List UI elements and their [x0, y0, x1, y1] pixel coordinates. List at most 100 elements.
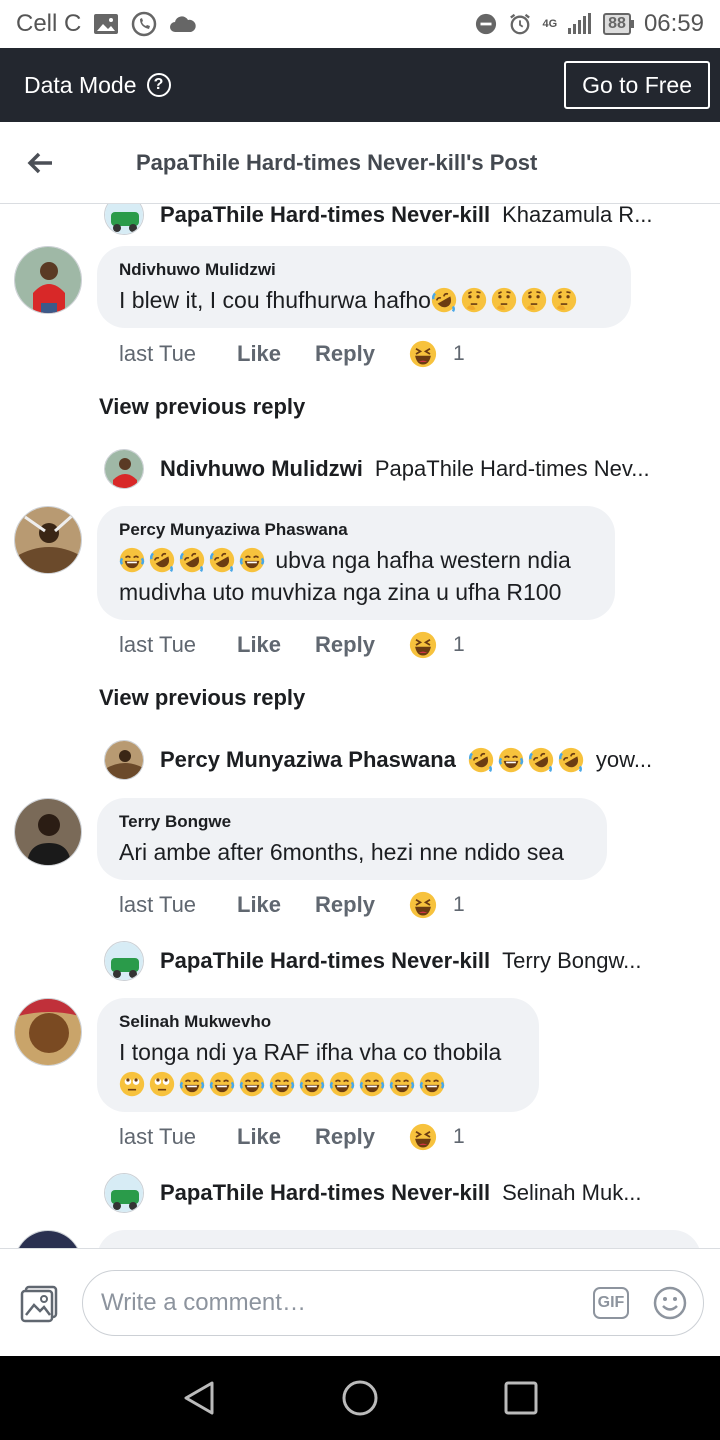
avatar[interactable] [104, 740, 144, 780]
post-header: PapaThile Hard-times Never-kill's Post [0, 122, 720, 204]
comment-text-line: mudivha uto muvhiza nga zina u ufha R100 [119, 579, 562, 605]
view-previous-reply-link[interactable]: View previous reply [99, 394, 305, 420]
rofl-emoji-icon [209, 547, 235, 573]
comment-text: ubva nga hafha western ndia mudivha uto m… [119, 544, 593, 608]
comment-bubble[interactable]: Selinah Mukwevho I tonga ndi ya RAF ifha… [97, 998, 539, 1112]
view-previous-reply-link[interactable]: View previous reply [99, 685, 305, 711]
comment-bubble[interactable]: Percy Munyaziwa Phaswana ubva nga hafha … [97, 506, 615, 620]
like-button[interactable]: Like [237, 892, 281, 918]
thinking-emoji-icon [551, 287, 577, 313]
avatar[interactable] [14, 798, 82, 866]
help-icon[interactable]: ? [146, 73, 171, 97]
comment-time: last Tue [119, 632, 197, 657]
emoji-picker-icon[interactable] [653, 1286, 687, 1320]
joy-emoji-icon [498, 747, 524, 773]
avatar[interactable] [14, 246, 82, 314]
reply-author[interactable]: PapaThile Hard-times Never-kill [160, 948, 490, 974]
nav-recents-icon[interactable] [504, 1381, 538, 1415]
comment-time: last Tue [119, 892, 197, 917]
reaction-count: 1 [452, 342, 465, 365]
reply-button[interactable]: Reply [315, 892, 375, 918]
rofl-emoji-icon [149, 547, 175, 573]
comment-input-container[interactable]: GIF [82, 1269, 704, 1336]
reply-button[interactable]: Reply [315, 341, 375, 367]
avatar[interactable] [104, 449, 144, 489]
avatar[interactable] [14, 998, 82, 1066]
comment-bubble[interactable]: Terry Bongwe Ari ambe after 6months, hez… [97, 798, 607, 880]
whatsapp-icon [132, 11, 157, 37]
nav-back-icon[interactable] [182, 1380, 216, 1416]
comment-author[interactable]: Terry Bongwe [119, 812, 585, 832]
battery-level: 88 [603, 13, 631, 35]
alarm-icon [510, 13, 531, 35]
reaction-count: 1 [452, 633, 465, 656]
system-nav-bar [0, 1356, 720, 1440]
comment-input[interactable] [101, 1288, 593, 1317]
gallery-icon [94, 14, 119, 34]
like-button[interactable]: Like [237, 1124, 281, 1150]
back-button[interactable] [0, 122, 80, 204]
joy-emoji-icon [239, 1071, 265, 1097]
back-arrow-icon [27, 152, 52, 173]
avatar[interactable] [104, 1173, 144, 1213]
comment-text-body: I blew it, I cou fhufhurwa hafho [119, 287, 431, 313]
reply-author[interactable]: Percy Munyaziwa Phaswana [160, 747, 456, 773]
comment-text-body: I tonga ndi ya RAF ifha vha co thobila [119, 1039, 502, 1065]
comment-time: last Tue [119, 1124, 197, 1149]
network-type-label: 4G [542, 17, 558, 30]
joy-emoji-icon [389, 1071, 415, 1097]
reaction-summary[interactable]: 1 [409, 340, 465, 368]
joy-emoji-icon [329, 1071, 355, 1097]
reply-text: yow... [595, 747, 653, 772]
joy-emoji-icon [239, 547, 265, 573]
cloud-icon [170, 16, 197, 32]
reply-button[interactable]: Reply [315, 1124, 375, 1150]
like-button[interactable]: Like [237, 341, 281, 367]
data-mode-bar: Data Mode ? Go to Free [0, 48, 720, 122]
reply-preview[interactable]: PapaThile Hard-times Never-kill Khazamul… [104, 204, 680, 236]
rofl-emoji-icon [468, 747, 494, 773]
go-to-free-button[interactable]: Go to Free [564, 61, 710, 109]
signal-icon [568, 13, 592, 34]
photo-icon[interactable] [20, 1283, 60, 1323]
reply-preview[interactable]: PapaThile Hard-times Never-kill Terry Bo… [104, 940, 680, 982]
comment-bubble[interactable]: Ndivhuwo Mulidzwi I blew it, I cou fhufh… [97, 246, 631, 328]
like-button[interactable]: Like [237, 632, 281, 658]
reply-author[interactable]: PapaThile Hard-times Never-kill [160, 1180, 490, 1206]
comment-composer: GIF [0, 1248, 720, 1356]
comment-text: I tonga ndi ya RAF ifha vha co thobila [119, 1036, 517, 1100]
avatar[interactable] [104, 204, 144, 235]
comment-actions: last Tue Like Reply 1 [119, 891, 465, 919]
comment-text-line: ubva nga hafha western ndia [275, 547, 571, 573]
reply-author[interactable]: PapaThile Hard-times Never-kill [160, 204, 490, 228]
status-bar: Cell C 4G 88 06:59 [0, 0, 720, 48]
joy-emoji-icon [209, 1071, 235, 1097]
comment-author[interactable]: Percy Munyaziwa Phaswana [119, 520, 593, 540]
comment-text: Ari ambe after 6months, hezi nne ndido s… [119, 839, 564, 865]
comment-bubble[interactable] [97, 1230, 701, 1248]
comment-author[interactable]: Selinah Mukwevho [119, 1012, 517, 1032]
avatar[interactable] [14, 506, 82, 574]
clock: 06:59 [643, 10, 704, 37]
reaction-count: 1 [452, 1125, 465, 1148]
avatar[interactable] [104, 941, 144, 981]
comment-author[interactable]: Ndivhuwo Mulidzwi [119, 260, 609, 280]
avatar[interactable] [14, 1230, 82, 1248]
reply-button[interactable]: Reply [315, 632, 375, 658]
reply-text: PapaThile Hard-times Nev... [374, 456, 650, 481]
reaction-summary[interactable]: 1 [409, 1123, 465, 1151]
thinking-emoji-icon [461, 287, 487, 313]
comment-actions: last Tue Like Reply 1 [119, 1123, 465, 1151]
gif-button[interactable]: GIF [593, 1286, 629, 1319]
joy-emoji-icon [179, 1071, 205, 1097]
reply-preview[interactable]: Percy Munyaziwa Phaswana yow... [104, 739, 680, 781]
reply-preview[interactable]: Ndivhuwo Mulidzwi PapaThile Hard-times N… [104, 448, 680, 490]
nav-home-icon[interactable] [341, 1379, 379, 1417]
comments-list[interactable]: PapaThile Hard-times Never-kill Khazamul… [0, 204, 720, 1248]
comment-actions: last Tue Like Reply 1 [119, 631, 465, 659]
reply-author[interactable]: Ndivhuwo Mulidzwi [160, 456, 363, 482]
reaction-summary[interactable]: 1 [409, 631, 465, 659]
reply-preview[interactable]: PapaThile Hard-times Never-kill Selinah … [104, 1172, 680, 1214]
comment-text: I blew it, I cou fhufhurwa hafho [119, 284, 609, 316]
reaction-summary[interactable]: 1 [409, 891, 465, 919]
